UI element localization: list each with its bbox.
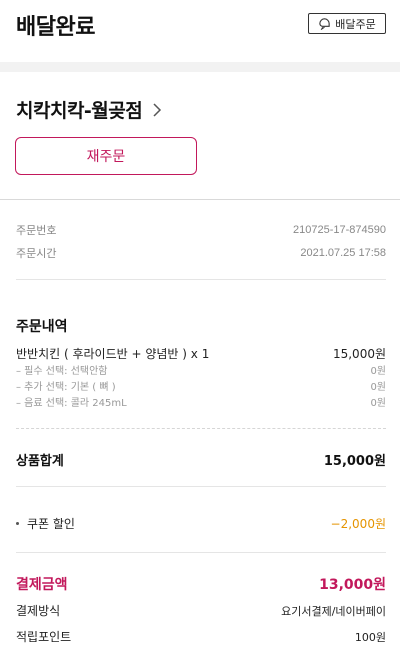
chevron-right-icon <box>153 102 162 117</box>
delivery-order-label: 배달주문 <box>335 17 376 31</box>
bullet-icon <box>16 522 19 525</box>
payment-method-label: 결제방식 <box>16 604 61 618</box>
payment-total-label: 결제금액 <box>16 577 68 593</box>
option-price: 0원 <box>370 398 386 409</box>
points-value: 100원 <box>354 630 386 644</box>
store-name: 치칵치칵-월곶점 <box>16 100 143 122</box>
points-label: 적립포인트 <box>16 630 72 644</box>
coupon-label: 쿠폰 할인 <box>27 517 75 531</box>
section-gap <box>0 62 400 72</box>
delivery-order-button[interactable]: 배달주문 <box>308 13 386 34</box>
option-row: – 필수 선택: 선택안함 0원 <box>16 362 386 377</box>
option-label: – 음료 선택: 콜라 245mL <box>16 398 127 409</box>
order-details-title: 주문내역 <box>16 319 68 335</box>
store-link[interactable]: 치칵치칵-월곶점 <box>16 96 162 123</box>
option-price: 0원 <box>370 366 386 377</box>
header: 배달완료 배달주문 <box>0 0 400 50</box>
order-number-label: 주문번호 <box>16 224 57 237</box>
page-title: 배달완료 <box>16 15 95 40</box>
subtotal-label: 상품합계 <box>16 454 64 469</box>
payment-method-value: 요기서결제/네이버페이 <box>281 604 386 618</box>
divider <box>16 552 386 553</box>
subtotal-value: 15,000원 <box>323 454 386 469</box>
reorder-button[interactable]: 재주문 <box>15 137 197 175</box>
subtotal-row: 상품합계 15,000원 <box>16 450 386 469</box>
points-row: 적립포인트 100원 <box>16 628 386 645</box>
divider <box>16 279 386 280</box>
order-number-row: 주문번호 210725-17-874590 <box>16 222 386 238</box>
option-row: – 음료 선택: 콜라 245mL 0원 <box>16 394 386 409</box>
payment-total-value: 13,000원 <box>319 577 386 593</box>
order-time-row: 주문시간 2021.07.25 17:58 <box>16 245 386 261</box>
item-name: 반반치킨 ( 후라이드반 + 양념반 ) x 1 <box>16 347 210 361</box>
option-label: – 필수 선택: 선택안함 <box>16 366 108 377</box>
dashed-divider <box>16 428 386 429</box>
order-item-row: 반반치킨 ( 후라이드반 + 양념반 ) x 1 15,000원 <box>16 345 386 362</box>
divider <box>16 486 386 487</box>
coupon-row: 쿠폰 할인 −2,000원 <box>16 515 386 532</box>
order-time-value: 2021.07.25 17:58 <box>300 247 386 259</box>
chat-bubble-icon <box>319 18 330 30</box>
divider <box>0 199 400 200</box>
item-price: 15,000원 <box>332 347 386 361</box>
option-label: – 추가 선택: 기본 ( 뼈 ) <box>16 382 116 393</box>
order-number-value: 210725-17-874590 <box>293 224 386 236</box>
option-row: – 추가 선택: 기본 ( 뼈 ) 0원 <box>16 378 386 393</box>
payment-total-row: 결제금액 13,000원 <box>16 574 386 594</box>
order-time-label: 주문시간 <box>16 247 57 260</box>
payment-method-row: 결제방식 요기서결제/네이버페이 <box>16 602 386 619</box>
option-price: 0원 <box>370 382 386 393</box>
coupon-value: −2,000원 <box>330 517 386 531</box>
